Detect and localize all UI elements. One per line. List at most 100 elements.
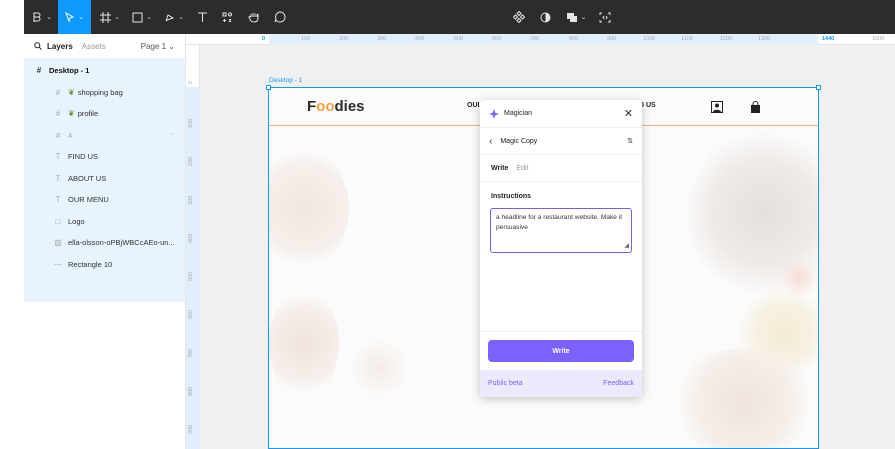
ruler-top-label: 1600 — [872, 36, 885, 42]
text-icon: T — [55, 152, 61, 162]
text-icon: T — [55, 173, 61, 183]
shape-tool-button[interactable]: ⌄ — [128, 0, 156, 34]
food-image-left — [269, 148, 349, 268]
layer-rectangle-10[interactable]: — Rectangle 10 — [24, 254, 185, 276]
layers-panel: Layers Assets Page 1 ⌄ # Desktop - 1 # ❦… — [24, 34, 186, 449]
layer-image[interactable]: ▧ ella-olsson-oPBjWBCcAEo-un... — [24, 232, 185, 254]
layer-find-us[interactable]: T FIND US — [24, 146, 185, 168]
ruler-left-label: 700 — [188, 348, 194, 358]
close-icon[interactable]: ✕ — [624, 107, 633, 120]
ruler-top-label: 300 — [377, 36, 387, 42]
write-button[interactable]: Write — [488, 340, 634, 362]
resources-button[interactable] — [216, 0, 238, 34]
resize-handle-top-right[interactable] — [816, 85, 821, 90]
layer-4[interactable]: # 4 ⌣ — [24, 125, 185, 147]
ruler-top-label: 1440 — [822, 36, 835, 42]
layer-label: ABOUT US — [68, 173, 107, 183]
rect-icon: □ — [55, 216, 61, 226]
profile-icon — [711, 100, 723, 118]
main-menu-button[interactable]: ⌄ — [28, 0, 56, 34]
ruler-left-label: 0 — [188, 80, 194, 84]
food-image-tomato — [779, 258, 818, 298]
magician-footer: Public beta Feedback — [480, 370, 642, 397]
instructions-value: a headline for a restaurant website. Mak… — [496, 214, 623, 231]
page-selector-label: Page 1 — [140, 41, 167, 51]
logo-text-oo: oo — [316, 98, 335, 115]
move-tool-button[interactable]: ⌄ — [58, 0, 91, 34]
pen-icon — [165, 13, 175, 21]
boolean-button[interactable]: ⌄ — [562, 0, 590, 34]
mask-button[interactable] — [534, 0, 556, 34]
code-icon — [599, 12, 611, 22]
magician-panel: Magician ✕ ‹ Magic Copy ⇅ Write Edit Ins… — [480, 100, 642, 397]
sort-settings-icon[interactable]: ⇅ — [627, 137, 633, 145]
dev-mode-button[interactable] — [594, 0, 616, 34]
tab-edit[interactable]: Edit — [516, 165, 528, 172]
frame-icon: # — [55, 87, 61, 97]
layer-shopping-bag[interactable]: # ❦ shopping bag — [24, 82, 185, 104]
instructions-label: Instructions — [491, 193, 532, 200]
back-arrow-icon[interactable]: ‹ — [489, 136, 492, 147]
ruler-top-label: 400 — [415, 36, 425, 42]
logo-text-f: F — [307, 98, 317, 115]
layer-label: FIND US — [68, 152, 98, 162]
tab-assets[interactable]: Assets — [82, 42, 106, 51]
layer-about-us[interactable]: T ABOUT US — [24, 168, 185, 190]
text-icon — [197, 12, 207, 22]
ruler-top-label: 0 — [262, 36, 266, 42]
shopping-bag-icon — [750, 100, 761, 118]
ruler-top-label: 1000 — [643, 36, 656, 42]
frame-icon — [100, 11, 112, 23]
chevron-down-icon: ⌄ — [580, 14, 587, 21]
chevron-down-icon: ⌄ — [46, 14, 52, 21]
create-component-button[interactable] — [508, 0, 530, 34]
plant-emoji-icon: ❦ — [68, 109, 75, 119]
feedback-link[interactable]: Feedback — [603, 380, 634, 387]
search-icon[interactable] — [34, 42, 42, 50]
layer-label: Logo — [68, 216, 85, 226]
nav-our-menu: OUI — [467, 102, 480, 109]
frame-icon: # — [36, 66, 42, 76]
layer-desktop-1[interactable]: # Desktop - 1 — [24, 60, 185, 82]
layer-label: shopping bag — [77, 87, 123, 97]
ruler-top-label: 200 — [339, 36, 349, 42]
rectangle-icon — [132, 12, 143, 22]
chevron-down-icon: ⌄ — [178, 14, 184, 21]
food-image-bowl — [349, 338, 409, 398]
text-tool-button[interactable] — [192, 0, 212, 34]
frame-label[interactable]: Desktop - 1 — [269, 77, 302, 84]
site-logo: Foodies — [307, 98, 365, 115]
tab-write[interactable]: Write — [491, 165, 508, 172]
layer-label: ella-olsson-oPBjWBCcAEo-un... — [68, 238, 175, 248]
instructions-textarea[interactable]: a headline for a restaurant website. Mak… — [490, 208, 632, 253]
resize-handle-top-left[interactable] — [266, 85, 271, 90]
frame-tool-button[interactable]: ⌄ — [96, 0, 124, 34]
public-beta-label: Public beta — [488, 380, 523, 387]
layer-label: Rectangle 10 — [68, 259, 113, 269]
page-selector[interactable]: Page 1 ⌄ — [141, 42, 175, 51]
magician-subtitle: Magic Copy — [500, 137, 538, 145]
ruler-top-selection — [269, 34, 818, 45]
chevron-down-icon: ⌄ — [78, 14, 84, 21]
comment-tool-button[interactable] — [268, 0, 292, 34]
ruler-top-label: 700 — [530, 36, 540, 42]
layer-list: # Desktop - 1 # ❦ shopping bag # ❦ profi… — [24, 58, 185, 302]
chevron-down-icon: ⌄ — [114, 14, 120, 21]
pen-tool-button[interactable]: ⌄ — [160, 0, 188, 34]
layer-profile[interactable]: # ❦ profile — [24, 103, 185, 125]
magician-title: Magician — [504, 110, 533, 117]
layer-our-menu[interactable]: T OUR MENU — [24, 189, 185, 211]
ruler-top-label: 800 — [569, 36, 579, 42]
resize-grip-icon[interactable]: ◢ — [624, 241, 629, 251]
left-margin — [0, 0, 24, 449]
hand-tool-button[interactable] — [242, 0, 266, 34]
cursor-icon — [65, 11, 75, 22]
tab-layers[interactable]: Layers — [47, 42, 73, 51]
layer-logo[interactable]: □ Logo — [24, 211, 185, 233]
layer-label: 4 — [68, 130, 73, 140]
layer-label: Desktop - 1 — [49, 66, 90, 76]
magician-subheader: ‹ Magic Copy ⇅ — [480, 128, 642, 155]
eye-closed-icon[interactable]: ⌣ — [170, 131, 175, 139]
magician-divider — [480, 331, 642, 332]
image-icon: ▧ — [54, 238, 62, 248]
